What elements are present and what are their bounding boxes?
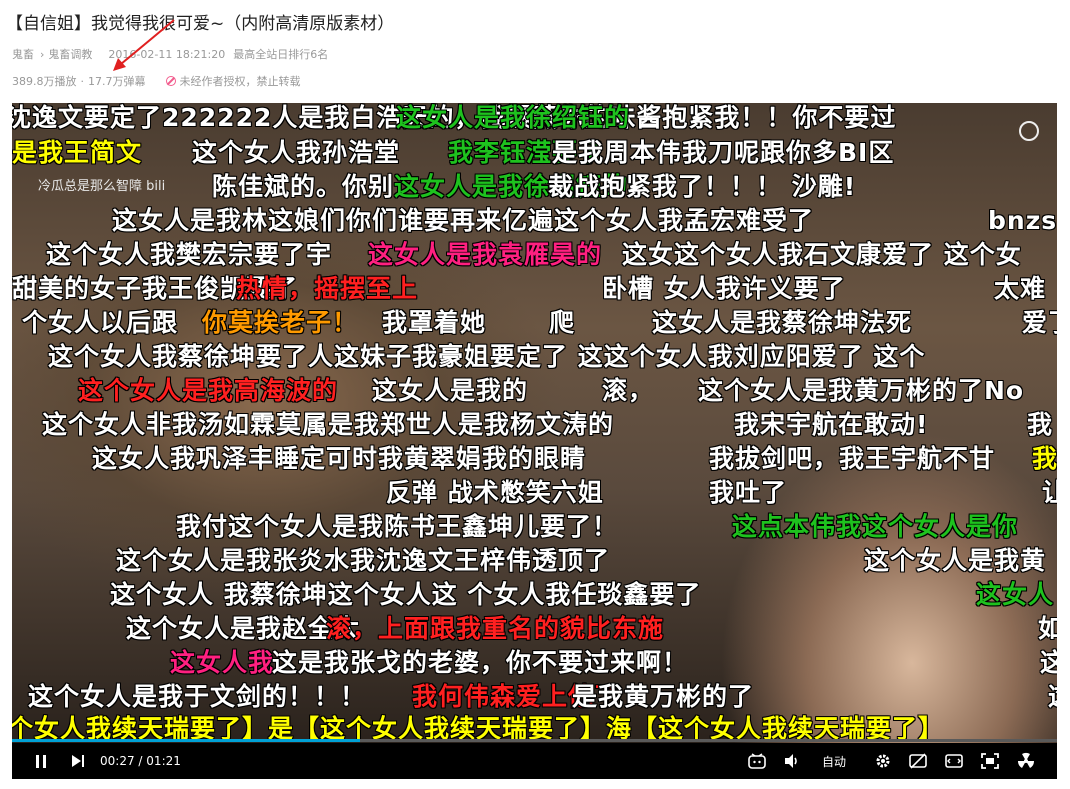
danmaku-comment: 滚， [602, 376, 655, 405]
danmaku-comment: 是我周本伟我刀呢跟你多BI区 [552, 138, 895, 167]
danmaku-comment: 这女人是我林这娘们你们谁要再来亿遍这个女人我孟宏难受了 [112, 206, 815, 235]
danmaku-comment: 这个女人是我于文剑的！！！ [28, 682, 367, 711]
publish-time: 2016-02-11 18:21:20 [108, 47, 226, 61]
danmaku-comment: 这女人我巩泽丰睡定可时我黄翠娟我的眼睛 [92, 444, 587, 473]
danmaku-comment: 这个女人是我黄 [864, 546, 1047, 575]
danmaku-comment: 我付这个女人是我陈书王鑫坤儿要了！ [176, 512, 619, 541]
danmaku-comment: 这女人是我徐绍钰的 [396, 103, 631, 132]
settings-gear-icon[interactable] [874, 743, 892, 779]
danmaku-comment: 爱了 [1022, 308, 1057, 337]
danmaku-comment: 这个女人是我赵全太 [126, 614, 361, 643]
danmaku-comment: 我拔剑吧，我王宇航不甘 [709, 444, 996, 473]
pause-icon[interactable] [36, 743, 46, 779]
danmaku-comment: 陈佳斌的。你别 [212, 172, 395, 201]
danmaku-comment: 我吐了 [709, 478, 788, 507]
copyright-notice: 未经作者授权，禁止转载 [179, 75, 301, 88]
quality-selector[interactable]: 自动 [822, 743, 846, 779]
time-separator: / [138, 754, 143, 768]
danmaku-comment: 太难 [994, 274, 1047, 303]
danmaku-comment: 这是我张戈的老婆，你不要过来啊！ [272, 648, 689, 677]
danmaku-comment: 我宋宇航在敢动! [734, 410, 929, 439]
danmaku-comment: 这个女人 我蔡徐坤这个女人这 个女人我任琰鑫要了 [110, 580, 702, 609]
volume-icon[interactable] [783, 743, 801, 779]
danmaku-comment: 滚，上面跟我重名的貌比东施 [326, 614, 665, 643]
danmaku-count: 17.7万弹幕 [88, 75, 146, 88]
danmaku-comment: 热情，摇摆至上 [236, 274, 419, 303]
player-controls: 00:27 / 01:21 自动 [12, 743, 1057, 779]
danmaku-comment: 这个女人是我张炎水我沈逸文王梓伟透顶了 [116, 546, 611, 575]
breadcrumb-subcategory[interactable]: 鬼畜调教 [48, 46, 92, 62]
danmaku-comment: 这点本伟我这个女人是你 [732, 512, 1019, 541]
danmaku-comment: 这女人 [976, 580, 1055, 609]
danmaku-comment: 这女人是我的 [372, 376, 529, 405]
danmaku-comment: 这个女人我樊宏宗要了宇 [46, 240, 333, 269]
danmaku-comment: bnzs [988, 206, 1057, 235]
duration: 01:21 [146, 754, 181, 768]
time-display: 00:27 / 01:21 [100, 743, 181, 779]
danmaku-comment: 这女人我 [170, 648, 275, 677]
danmaku-comment: 这女人是我袁雁昊的 [368, 240, 603, 269]
danmaku-off-icon[interactable] [909, 743, 927, 779]
danmaku-comment: 反弹 战术憋笑六姐 [386, 478, 604, 507]
progress-bar[interactable] [12, 739, 1057, 742]
widescreen-icon[interactable] [945, 743, 963, 779]
danmaku-comment: 我 [1027, 410, 1054, 439]
video-stats-line: 389.8万播放 · 17.7万弹幕 未经作者授权，禁止转载 [12, 73, 305, 89]
danmaku-comment: 如 [1038, 614, 1057, 643]
danmaku-comment: 这个女人是我黄万彬的了No [698, 376, 1025, 405]
danmaku-comment: 爬 [549, 308, 576, 337]
danmaku-comment: 这 [1040, 648, 1057, 677]
danmaku-comment: 裁战抱紧我了！！！ 沙雕! [548, 172, 857, 201]
danmaku-comment: 是我黄万彬的了 [572, 682, 755, 711]
danmaku-comment: 卧槽 女人我许义要了 [602, 274, 846, 303]
chevron-right-icon: › [40, 47, 45, 61]
danmaku-comment: 这个女人我孙浩堂 [192, 138, 401, 167]
danmaku-comment: 你莫挨老子！ [202, 308, 359, 337]
danmaku-comment: 是我王简文 [12, 138, 143, 167]
rank-info[interactable]: 最高全站日排行6名 [233, 46, 328, 62]
player-corner-icon [1019, 121, 1039, 141]
no-repost-icon [165, 76, 176, 86]
danmaku-comment: 这 [1048, 682, 1057, 712]
danmaku-comment: 这女这个女人我石文康爱了 这个女 [622, 240, 1022, 269]
danmaku-comment: 这个女人是我高海波的 [78, 376, 339, 405]
current-time: 00:27 [100, 754, 135, 768]
next-episode-icon[interactable] [72, 743, 84, 779]
video-player[interactable]: 冷瓜总是那么智障 bili 沈逸文要定了222222人是我白浩天的，我爆蒸你的味… [12, 103, 1057, 779]
radiation-icon[interactable] [1017, 743, 1035, 779]
video-watermark: 冷瓜总是那么智障 bili [38, 179, 166, 194]
danmaku-face-icon[interactable] [748, 743, 766, 779]
danmaku-comment: 我 [1032, 444, 1057, 473]
danmaku-comment: 这个女人非我汤如霖莫属是我郑世人是我杨文涛的 [42, 410, 615, 439]
danmaku-comment: 我罩着她 [382, 308, 487, 337]
progress-fill [12, 739, 360, 742]
video-title: 【自信姐】我觉得我很可爱~（内附高清原版素材） [6, 14, 395, 34]
stats-separator: · [80, 74, 85, 88]
fullscreen-icon[interactable] [981, 743, 999, 779]
danmaku-comment: 这女人是我蔡徐坤法死 [652, 308, 913, 337]
danmaku-comment: 个女人以后跟 [22, 308, 179, 337]
danmaku-comment: 这个女人我蔡徐坤要了人这妹子我豪姐要定了 这这个女人我刘应阳爱了 这个 [48, 342, 926, 371]
video-info-line: 鬼畜 › 鬼畜调教 2016-02-11 18:21:20 最高全站日排行6名 [12, 46, 332, 62]
breadcrumb-category[interactable]: 鬼畜 [12, 46, 34, 62]
danmaku-comment: 让 [1042, 478, 1057, 507]
view-count: 389.8万播放 [12, 75, 77, 88]
